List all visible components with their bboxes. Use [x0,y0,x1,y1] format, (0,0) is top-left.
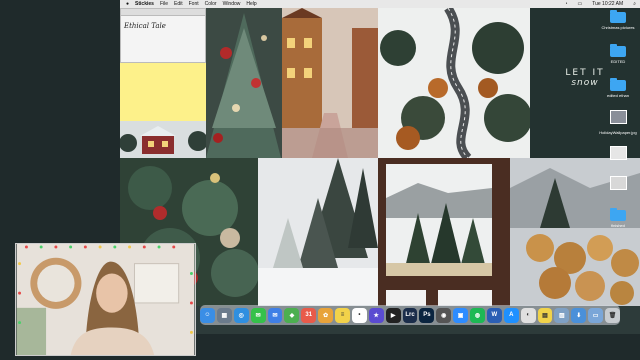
wallpaper-cabin [120,121,206,158]
desktop-folder-edited[interactable]: EDITED [596,44,640,64]
desktop-image-3[interactable] [596,176,640,192]
launchpad-icon[interactable]: ▦ [216,307,232,323]
calendar-icon[interactable]: 31 [301,307,317,323]
maps-icon[interactable]: ◆ [284,307,300,323]
folder-icon [610,208,626,221]
preview-icon[interactable]: ▨ [554,307,570,323]
headline-text: LET IT [565,68,605,78]
mail-icon[interactable]: ✉ [267,307,283,323]
finder-icon[interactable]: ☺ [200,307,215,323]
photos-icon[interactable]: ✿ [318,307,334,323]
desktop-image-2[interactable] [596,146,640,162]
downloads-icon[interactable]: ⬇ [571,307,587,323]
image-thumbnail-icon [609,176,627,190]
final-cut-icon[interactable]: ▶ [385,307,401,323]
menu-bar: ● Stickies File Edit Font Color Window H… [120,0,640,8]
folder-icon [610,10,626,23]
spotify-icon[interactable]: ◍ [470,307,485,323]
stickies-window[interactable]: Ethical Tale [120,8,206,63]
menu-clock[interactable]: Tue 10:22 AM [592,1,623,7]
webcam-overlay [15,243,196,356]
apple-icon[interactable]: ● [126,1,129,7]
wifi-icon[interactable]: ◔ [564,1,567,7]
safari-icon[interactable]: ◎ [233,307,249,323]
menu-app-name[interactable]: Stickies [135,1,154,7]
trash-icon[interactable]: 🗑 [605,307,620,323]
image-thumbnail-icon [609,146,627,160]
desktop-folder-christmas-pictures[interactable]: Christmas pictures [596,10,640,30]
stickies-icon[interactable]: ▤ [537,307,553,323]
desktop-folder-finished[interactable]: finished [596,208,640,228]
folder-dock-icon[interactable]: ▭ [588,307,604,323]
chrome-icon[interactable]: ◐ [520,307,536,323]
imovie-icon[interactable]: ★ [368,307,384,323]
menu-window[interactable]: Window [223,1,241,7]
messages-icon[interactable]: ✉ [250,307,266,323]
yellow-sticky-note[interactable] [120,63,206,121]
lightroom-icon[interactable]: Lrc [402,307,418,323]
sticky-note-text[interactable]: Ethical Tale [124,22,205,30]
zoom-icon[interactable]: ▣ [453,307,469,323]
let-it-snow-text: LET IT snow [550,68,620,88]
reminders-icon[interactable]: • [351,307,367,323]
wallpaper-snowy-village [282,8,378,158]
app-store-icon[interactable]: A [503,307,519,323]
word-icon[interactable]: W [486,307,502,323]
compressor-icon[interactable]: ◉ [436,307,452,323]
wallpaper-snow-forest [258,158,378,306]
desktop-holiday-wallpaper[interactable]: HolidayWallpaper.jpg [596,128,640,135]
spotlight-icon[interactable]: ⌕ [633,1,636,7]
wallpaper-tree-ornaments [206,8,282,158]
notes-icon[interactable]: ≡ [335,307,350,323]
video-frame: ● Stickies File Edit Font Color Window H… [0,0,640,360]
wallpaper-winding-road [378,8,530,158]
menu-edit[interactable]: Edit [174,1,183,7]
menu-font[interactable]: Font [189,1,199,7]
menu-help[interactable]: Help [246,1,256,7]
dock: ☺ ▦ ◎ ✉ ✉ ◆ 31 ✿ ≡ • ★ ▶ Lrc Ps ◉ ▣ ◍ W A ◐ ▤ ▨ ⬇ ▭ 🗑 [200,305,620,325]
battery-icon[interactable]: ▭ [578,1,583,7]
subline-text: snow [571,78,599,88]
folder-icon [610,44,626,57]
image-thumbnail-icon [609,110,627,124]
wallpaper-window-view [378,158,510,306]
desktop-image-1[interactable] [596,110,640,126]
desktop-screen: ● Stickies File Edit Font Color Window H… [120,0,640,334]
menu-file[interactable]: File [160,1,168,7]
stickies-titlebar[interactable] [121,9,205,16]
menu-color[interactable]: Color [205,1,217,7]
photoshop-icon[interactable]: Ps [419,307,435,323]
